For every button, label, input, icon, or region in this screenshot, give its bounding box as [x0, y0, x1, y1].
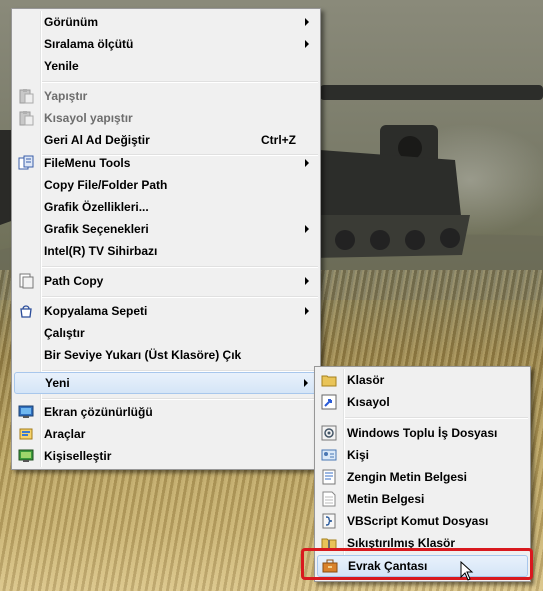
personalize-icon [18, 449, 34, 462]
menu-item-copy-basket[interactable]: Kopyalama Sepeti [14, 300, 318, 322]
submenu-arrow-icon [305, 277, 309, 285]
menu-item-label: Intel(R) TV Sihirbazı [44, 244, 158, 258]
menu-item-label: Metin Belgesi [347, 492, 425, 506]
menu-item-intel-tv-wizard[interactable]: Intel(R) TV Sihirbazı [14, 240, 318, 262]
submenu-arrow-icon [305, 40, 309, 48]
highlight-annotation-box [301, 548, 533, 580]
menu-separator [42, 266, 318, 268]
menu-item-label: Kısayol yapıştır [44, 111, 133, 125]
menu-item-label: VBScript Komut Dosyası [347, 514, 489, 528]
menu-item-tools[interactable]: Araçlar [14, 423, 318, 445]
folder-icon [321, 375, 337, 387]
menu-item-label: Kısayol [347, 395, 390, 409]
menu-item-shortcut: Ctrl+Z [260, 133, 296, 147]
menu-item-view[interactable]: Görünüm [14, 11, 318, 33]
menu-item-label: Kişi [347, 448, 370, 462]
filemenu-tools-icon [18, 155, 34, 170]
paste-icon [19, 89, 34, 104]
batch-file-icon [321, 425, 337, 441]
menu-item-label: Path Copy [44, 274, 104, 288]
mouse-cursor-icon [460, 561, 474, 581]
menu-item-label: Grafik Seçenekleri [44, 222, 149, 236]
menu-item-filemenu-tools[interactable]: FileMenu Tools [14, 152, 318, 174]
menu-item-new[interactable]: Yeni [14, 372, 318, 394]
menu-item-personalize[interactable]: Kişiselleştir [14, 445, 318, 467]
path-copy-icon [19, 273, 34, 289]
menu-item-label: Araçlar [44, 427, 86, 441]
menu-item-label: Bir Seviye Yukarı (Üst Klasöre) Çık [44, 348, 242, 362]
menu-item-undo-rename[interactable]: Geri Al Ad Değiştir Ctrl+Z [14, 129, 318, 151]
menu-item-label: Kopyalama Sepeti [44, 304, 148, 318]
menu-item-label: Sıralama ölçütü [44, 37, 134, 51]
menu-item-label: Yapıştır [44, 89, 88, 103]
paste-shortcut-icon [19, 111, 34, 126]
shortcut-icon [321, 394, 337, 410]
menu-separator [42, 296, 318, 298]
menu-item-refresh[interactable]: Yenile [14, 55, 318, 77]
menu-item-label: Grafik Özellikleri... [44, 200, 149, 214]
menu-item-sort-by[interactable]: Sıralama ölçütü [14, 33, 318, 55]
tools-icon [19, 428, 33, 440]
submenu-arrow-icon [305, 159, 309, 167]
menu-item-copy-path[interactable]: Copy File/Folder Path [14, 174, 318, 196]
new-contact-item[interactable]: Kişi [317, 444, 528, 466]
contact-icon [321, 449, 337, 461]
menu-item-label: Yenile [44, 59, 79, 73]
menu-item-label: Görünüm [44, 15, 98, 29]
menu-item-run[interactable]: Çalıştır [14, 322, 318, 344]
submenu-arrow-icon [305, 225, 309, 233]
menu-item-label: Geri Al Ad Değiştir [44, 133, 150, 147]
menu-item-paste[interactable]: Yapıştır [14, 85, 318, 107]
submenu-arrow-icon [305, 307, 309, 315]
menu-item-up-one-level[interactable]: Bir Seviye Yukarı (Üst Klasöre) Çık [14, 344, 318, 366]
submenu-arrow-icon [304, 379, 308, 387]
menu-item-path-copy[interactable]: Path Copy [14, 270, 318, 292]
vbscript-icon [322, 513, 336, 529]
menu-item-label: Kişiselleştir [44, 449, 112, 463]
new-batch-file-item[interactable]: Windows Toplu İş Dosyası [317, 422, 528, 444]
menu-item-label: FileMenu Tools [44, 156, 131, 170]
new-text-document-item[interactable]: Metin Belgesi [317, 488, 528, 510]
menu-separator [42, 398, 318, 400]
menu-item-label: Windows Toplu İş Dosyası [347, 426, 498, 440]
display-icon [18, 405, 34, 418]
new-folder-item[interactable]: Klasör [317, 369, 528, 391]
menu-item-graphics-properties[interactable]: Grafik Özellikleri... [14, 196, 318, 218]
submenu-arrow-icon [305, 18, 309, 26]
menu-separator [42, 81, 318, 83]
rich-text-icon [322, 469, 336, 485]
menu-item-label: Klasör [347, 373, 385, 387]
menu-item-label: Copy File/Folder Path [44, 178, 168, 192]
text-document-icon [322, 491, 336, 507]
menu-item-label: Ekran çözünürlüğü [44, 405, 153, 419]
menu-item-label: Zengin Metin Belgesi [347, 470, 468, 484]
basket-icon [20, 305, 32, 318]
menu-item-label: Yeni [45, 376, 70, 390]
new-rich-text-item[interactable]: Zengin Metin Belgesi [317, 466, 528, 488]
desktop-context-menu: Görünüm Sıralama ölçütü Yenile Yapıştır … [11, 8, 321, 470]
menu-item-screen-resolution[interactable]: Ekran çözünürlüğü [14, 401, 318, 423]
menu-item-paste-shortcut[interactable]: Kısayol yapıştır [14, 107, 318, 129]
menu-item-label: Çalıştır [44, 326, 85, 340]
new-vbscript-item[interactable]: VBScript Komut Dosyası [317, 510, 528, 532]
menu-item-graphics-options[interactable]: Grafik Seçenekleri [14, 218, 318, 240]
new-shortcut-item[interactable]: Kısayol [317, 391, 528, 413]
menu-separator [345, 417, 528, 419]
